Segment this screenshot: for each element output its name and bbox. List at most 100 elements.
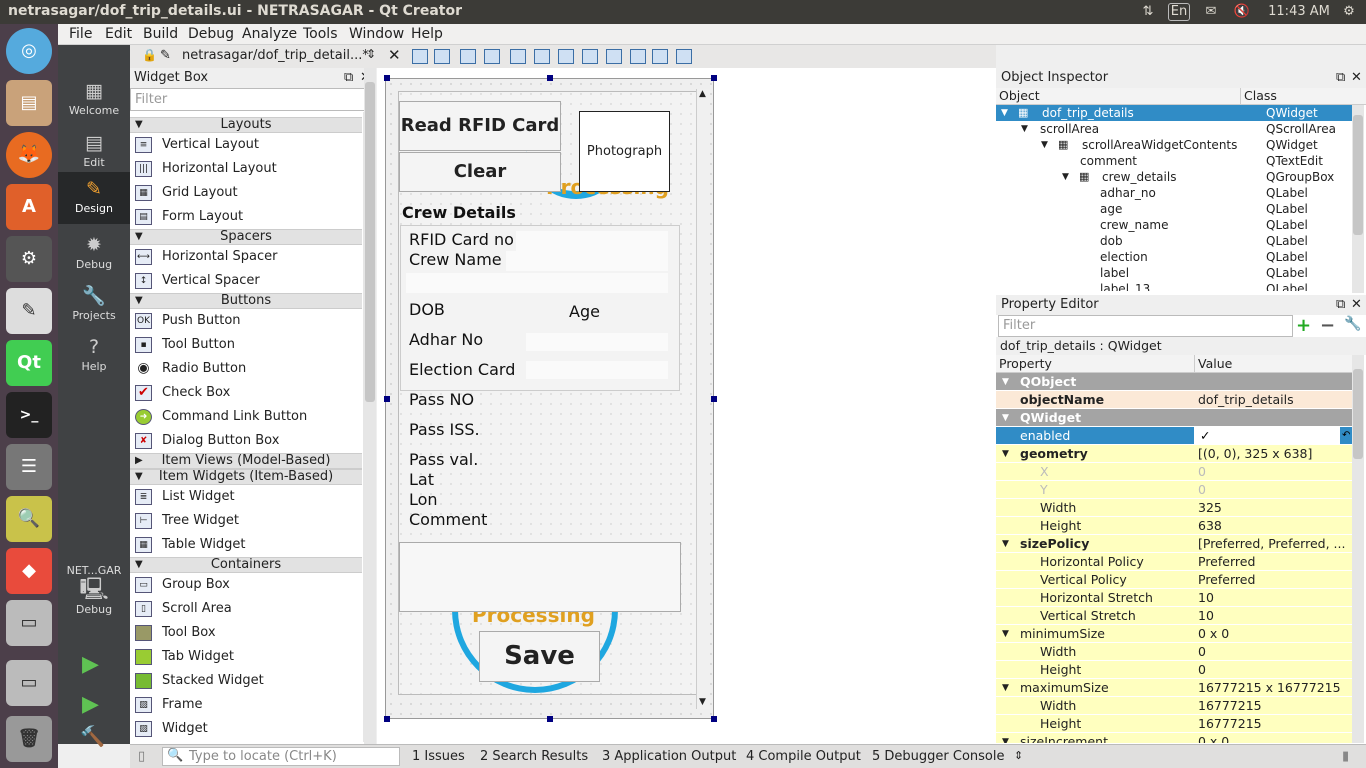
widget-horizontal-layout[interactable]: ||| Horizontal Layout (130, 157, 362, 181)
collapse-arrow-icon[interactable]: ▼ (1062, 169, 1069, 185)
collapse-arrow-icon[interactable]: ▼ (1002, 445, 1009, 463)
scrollbar-thumb[interactable] (1353, 115, 1363, 235)
document-dropdown-arrow-icon[interactable]: ⇕ (366, 47, 376, 61)
locator-input[interactable]: 🔍 Type to locate (Ctrl+K) (162, 747, 400, 766)
prop-maximumsize[interactable]: ▼ maximumSize 16777215 x 16777215 (996, 679, 1352, 697)
collapse-arrow-icon[interactable]: ▼ (1002, 373, 1009, 391)
progress-toggle-icon[interactable]: ▮ (1342, 749, 1349, 764)
run-icon[interactable]: ▶ (82, 652, 99, 677)
settings-gear-icon[interactable]: ⚙ (1338, 2, 1360, 22)
prop-vertical-policy[interactable]: Vertical Policy Preferred (996, 571, 1352, 589)
menu-help[interactable]: Help (411, 26, 443, 42)
widget-box-filter-input[interactable]: Filter (130, 88, 375, 111)
prop-value[interactable]: 0 x 0 (1198, 733, 1229, 743)
remove-dynamic-property-icon[interactable]: − (1320, 315, 1335, 336)
add-dynamic-property-icon[interactable]: + (1296, 315, 1311, 336)
layout-grid-icon[interactable] (606, 49, 622, 64)
mode-design[interactable]: ✎ Design (58, 172, 130, 224)
prop-value[interactable]: 0 (1198, 463, 1206, 481)
close-icon[interactable]: ✕ (1351, 295, 1362, 315)
tree-row-crew-details[interactable]: ▼ ▦ crew_details QGroupBox (996, 169, 1352, 185)
widget-grid-layout[interactable]: ▦ Grid Layout (130, 181, 362, 205)
object-inspector-scrollbar[interactable] (1352, 105, 1364, 293)
menu-file[interactable]: File (69, 26, 92, 42)
column-class[interactable]: Class (1240, 88, 1277, 104)
prop-value[interactable]: 10 (1198, 607, 1214, 625)
configure-wrench-icon[interactable]: 🔧 (1344, 316, 1361, 332)
read-rfid-card-button[interactable]: Read RFID Card (399, 101, 561, 151)
prop-value[interactable]: 325 (1198, 499, 1222, 517)
prop-value[interactable]: dof_trip_details (1198, 391, 1294, 409)
menu-debug[interactable]: Debug (188, 26, 234, 42)
widget-tool-box[interactable]: Tool Box (130, 621, 362, 645)
prop-value[interactable]: [Preferred, Preferred, ... (1198, 535, 1345, 553)
widget-vertical-spacer[interactable]: ↕ Vertical Spacer (130, 269, 362, 293)
build-hammer-icon[interactable]: 🔨 (80, 724, 105, 748)
resize-handle-r[interactable] (711, 396, 717, 402)
prop-geometry-y[interactable]: Y0 (996, 481, 1352, 499)
form-window-dof-trip-details[interactable]: ▲ ▼ Processing Processing Read RFID Card… (385, 78, 714, 719)
widget-push-button[interactable]: OK Push Button (130, 309, 362, 333)
layout-horizontal-icon[interactable] (510, 49, 526, 64)
comment-textedit[interactable] (399, 542, 681, 612)
system-monitor-icon[interactable]: 🔍 (6, 496, 52, 542)
close-document-icon[interactable]: ✕ (388, 46, 401, 64)
resize-handle-l[interactable] (384, 396, 390, 402)
tab-issues[interactable]: 1 Issues (412, 749, 465, 764)
drive-icon[interactable]: ▭ (6, 600, 52, 646)
collapse-arrow-icon[interactable]: ▼ (1002, 625, 1009, 643)
collapse-arrow-icon[interactable]: ▼ (1002, 409, 1009, 427)
mode-debug[interactable]: ✹ Debug (58, 228, 130, 278)
prop-sizepolicy[interactable]: ▼ sizePolicy [Preferred, Preferred, ... (996, 535, 1352, 553)
resize-handle-b[interactable] (547, 716, 553, 722)
prop-value[interactable]: 16777215 (1198, 715, 1262, 733)
tab-compile-output[interactable]: 4 Compile Output (746, 749, 861, 764)
mode-projects[interactable]: 🔧 Projects (58, 279, 130, 329)
prop-value[interactable]: 10 (1198, 589, 1214, 607)
menu-build[interactable]: Build (143, 26, 178, 42)
prop-value[interactable]: [(0, 0), 325 x 638] (1198, 445, 1312, 463)
edit-tab-order-icon[interactable] (484, 49, 500, 64)
break-layout-icon[interactable] (652, 49, 668, 64)
prop-geometry-x[interactable]: X0 (996, 463, 1352, 481)
float-icon[interactable]: ⧉ (1336, 295, 1345, 315)
widget-radio-button[interactable]: ◉ Radio Button (130, 357, 362, 381)
menu-edit[interactable]: Edit (105, 26, 132, 42)
prop-value[interactable]: 638 (1198, 517, 1222, 535)
layout-vertical-icon[interactable] (534, 49, 550, 64)
document-selector[interactable]: netrasagar/dof_trip_detail...* (182, 48, 369, 63)
category-layouts[interactable]: ▼ Layouts (130, 117, 362, 133)
files-icon[interactable]: ▤ (6, 80, 52, 126)
terminal-icon[interactable]: >_ (6, 392, 52, 438)
widget-scroll-area[interactable]: ▯ Scroll Area (130, 597, 362, 621)
widget-widget[interactable]: ▨ Widget (130, 717, 362, 741)
database-icon[interactable]: ☰ (6, 444, 52, 490)
category-item-widgets[interactable]: ▼ Item Widgets (Item-Based) (130, 469, 362, 485)
float-icon[interactable]: ⧉ (1336, 68, 1345, 88)
section-qwidget[interactable]: ▼ QWidget (996, 409, 1352, 427)
form-scrollbar[interactable]: ▲ ▼ (696, 89, 710, 709)
prop-geometry[interactable]: ▼ geometry [(0, 0), 325 x 638] (996, 445, 1352, 463)
tab-application-output[interactable]: 3 Application Output (602, 749, 736, 764)
menu-analyze[interactable]: Analyze (242, 26, 297, 42)
mail-icon[interactable]: ✉ (1200, 2, 1222, 22)
resize-handle-tl[interactable] (384, 75, 390, 81)
clock[interactable]: 11:43 AM (1264, 2, 1334, 22)
qt-creator-icon[interactable]: Qt (6, 340, 52, 386)
tree-row-scrollareawidgetcontents[interactable]: ▼ ▦ scrollAreaWidgetContents QWidget (996, 137, 1352, 153)
mode-welcome[interactable]: ▦ Welcome (58, 74, 130, 124)
resize-handle-bl[interactable] (384, 716, 390, 722)
prop-objectname[interactable]: objectName dof_trip_details (996, 391, 1352, 409)
scrollbar-thumb[interactable] (1353, 369, 1363, 459)
resize-handle-br[interactable] (711, 716, 717, 722)
prop-sizeincrement[interactable]: ▼ sizeIncrement 0 x 0 (996, 733, 1352, 743)
tab-debugger-console[interactable]: 5 Debugger Console (872, 749, 1005, 764)
resize-handle-tr[interactable] (711, 75, 717, 81)
tree-row-dob[interactable]: dob QLabel (996, 233, 1352, 249)
kit-selector[interactable]: NET...GAR 🖳 Debug (58, 564, 130, 624)
prop-horizontal-policy[interactable]: Horizontal Policy Preferred (996, 553, 1352, 571)
widget-form-layout[interactable]: ▤ Form Layout (130, 205, 362, 229)
prop-enabled[interactable]: enabled ✓ ↶ (996, 427, 1352, 445)
drive-icon-2[interactable]: ▭ (6, 660, 52, 706)
prop-geometry-width[interactable]: Width 325 (996, 499, 1352, 517)
